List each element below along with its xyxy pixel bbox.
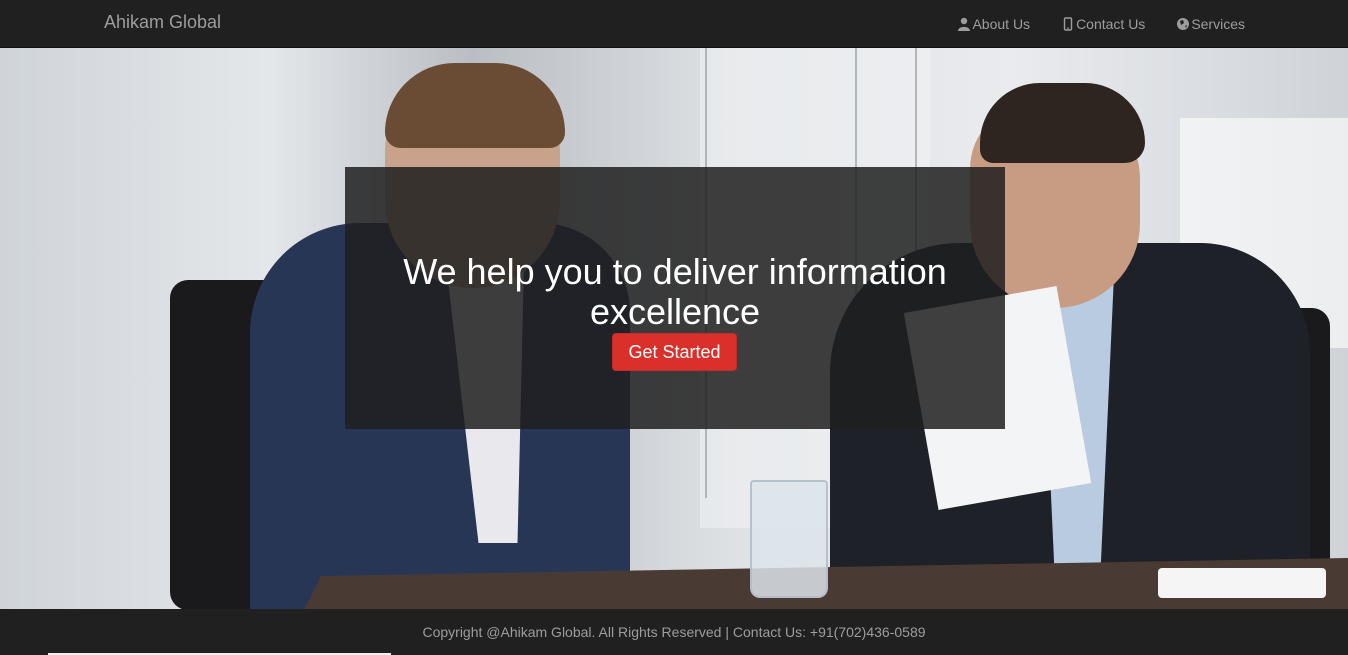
nav-contact-us[interactable]: Contact Us xyxy=(1061,16,1145,32)
nav-contact-us-label: Contact Us xyxy=(1076,16,1146,32)
top-navbar: Ahikam Global About Us Contact Us Servic… xyxy=(0,0,1348,48)
get-started-button[interactable]: Get Started xyxy=(612,333,737,371)
nav-about-us[interactable]: About Us xyxy=(957,16,1030,32)
hero-headline: We help you to deliver information excel… xyxy=(403,251,947,332)
globe-icon xyxy=(1177,18,1190,30)
footer: Copyright @Ahikam Global. All Rights Res… xyxy=(0,609,1348,655)
user-icon xyxy=(958,17,971,31)
phone-icon xyxy=(1063,17,1073,31)
nav-services[interactable]: Services xyxy=(1176,16,1245,32)
nav-links: About Us Contact Us Services xyxy=(926,0,1245,48)
nav-about-us-label: About Us xyxy=(972,16,1031,32)
hero-overlay-box: We help you to deliver information excel… xyxy=(345,167,1005,429)
hero-section: We help you to deliver information excel… xyxy=(0,48,1348,609)
nav-services-label: Services xyxy=(1191,16,1245,32)
footer-copyright: Copyright @Ahikam Global. All Rights Res… xyxy=(422,624,926,640)
brand-link[interactable]: Ahikam Global xyxy=(104,12,221,33)
